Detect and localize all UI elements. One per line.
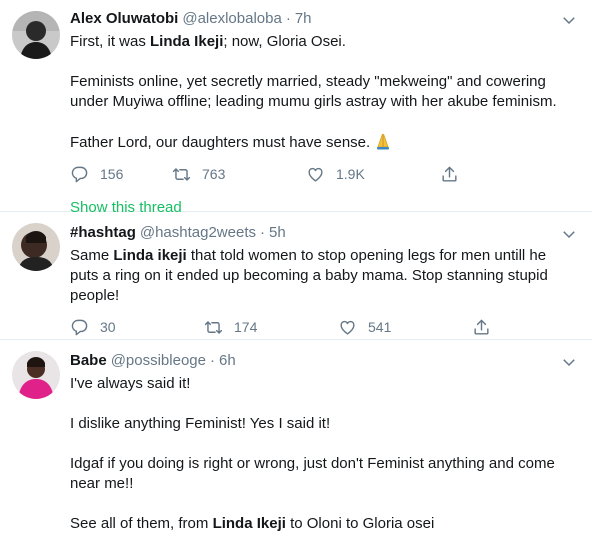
mention-bold: Linda Ikeji xyxy=(150,33,224,50)
avatar[interactable] xyxy=(12,351,60,399)
tweet[interactable]: #hashtag @hashtag2weets · 5h Same Linda … xyxy=(0,212,592,340)
tweet-feed: Alex Oluwatobi @alexlobaloba · 7h First,… xyxy=(0,0,592,534)
chevron-down-icon[interactable] xyxy=(560,11,578,29)
tweet-header: #hashtag @hashtag2weets · 5h xyxy=(70,223,576,243)
like-icon xyxy=(340,320,355,335)
tweet-text: First, it was Linda Ikeji; now, Gloria O… xyxy=(70,33,557,151)
user-handle[interactable]: @possibleoge xyxy=(111,351,206,371)
tweet[interactable]: Alex Oluwatobi @alexlobaloba · 7h First,… xyxy=(0,0,592,216)
display-name[interactable]: Babe xyxy=(70,351,107,371)
separator-dot: · xyxy=(285,10,291,27)
display-name[interactable]: #hashtag xyxy=(70,223,136,243)
separator-dot: · xyxy=(260,224,265,241)
avatar[interactable] xyxy=(12,223,60,271)
timestamp[interactable]: 6h xyxy=(219,351,236,371)
tweet[interactable]: Babe @possibleoge · 6h I've always said … xyxy=(0,340,592,534)
retweet-button[interactable]: 763 xyxy=(172,164,306,184)
tweet-header: Babe @possibleoge · 6h xyxy=(70,351,576,371)
retweet-icon xyxy=(204,320,223,334)
reply-icon xyxy=(71,166,88,182)
share-icon xyxy=(474,319,489,335)
reply-icon xyxy=(71,319,88,335)
reply-button[interactable]: 156 xyxy=(70,164,172,184)
retweet-count: 763 xyxy=(202,166,226,182)
like-icon xyxy=(308,167,323,182)
separator-dot: · xyxy=(209,352,215,369)
user-handle[interactable]: @hashtag2weets xyxy=(140,223,256,243)
avatar[interactable] xyxy=(12,11,60,59)
timestamp[interactable]: 7h xyxy=(295,9,312,29)
like-button[interactable]: 541 xyxy=(338,317,472,337)
tweet-header: Alex Oluwatobi @alexlobaloba · 7h xyxy=(70,9,576,29)
user-handle[interactable]: @alexlobaloba xyxy=(182,9,281,29)
display-name[interactable]: Alex Oluwatobi xyxy=(70,9,178,29)
share-button[interactable] xyxy=(472,318,502,337)
like-button[interactable]: 1.9K xyxy=(306,164,440,184)
share-icon xyxy=(442,166,457,182)
tweet-text: Same Linda ikeji that told women to stop… xyxy=(70,247,548,304)
mention-bold: Linda ikeji xyxy=(113,247,187,264)
like-count: 541 xyxy=(368,319,392,335)
like-count: 1.9K xyxy=(336,166,365,182)
mention-bold: Linda Ikeji xyxy=(212,515,286,532)
folded-hands-emoji xyxy=(377,133,390,150)
chevron-down-icon[interactable] xyxy=(560,353,578,371)
timestamp[interactable]: 5h xyxy=(269,223,286,243)
retweet-icon xyxy=(172,167,191,181)
tweet-actions: 156 763 1.9K xyxy=(70,163,576,185)
chevron-down-icon[interactable] xyxy=(560,225,578,243)
tweet-text: I've always said it! I dislike anything … xyxy=(70,375,555,532)
retweet-count: 174 xyxy=(234,319,258,335)
tweet-actions: 30 174 541 xyxy=(70,316,576,338)
reply-button[interactable]: 30 xyxy=(70,317,204,337)
share-button[interactable] xyxy=(440,165,470,184)
retweet-button[interactable]: 174 xyxy=(204,317,338,337)
reply-count: 30 xyxy=(100,319,116,335)
reply-count: 156 xyxy=(100,166,124,182)
